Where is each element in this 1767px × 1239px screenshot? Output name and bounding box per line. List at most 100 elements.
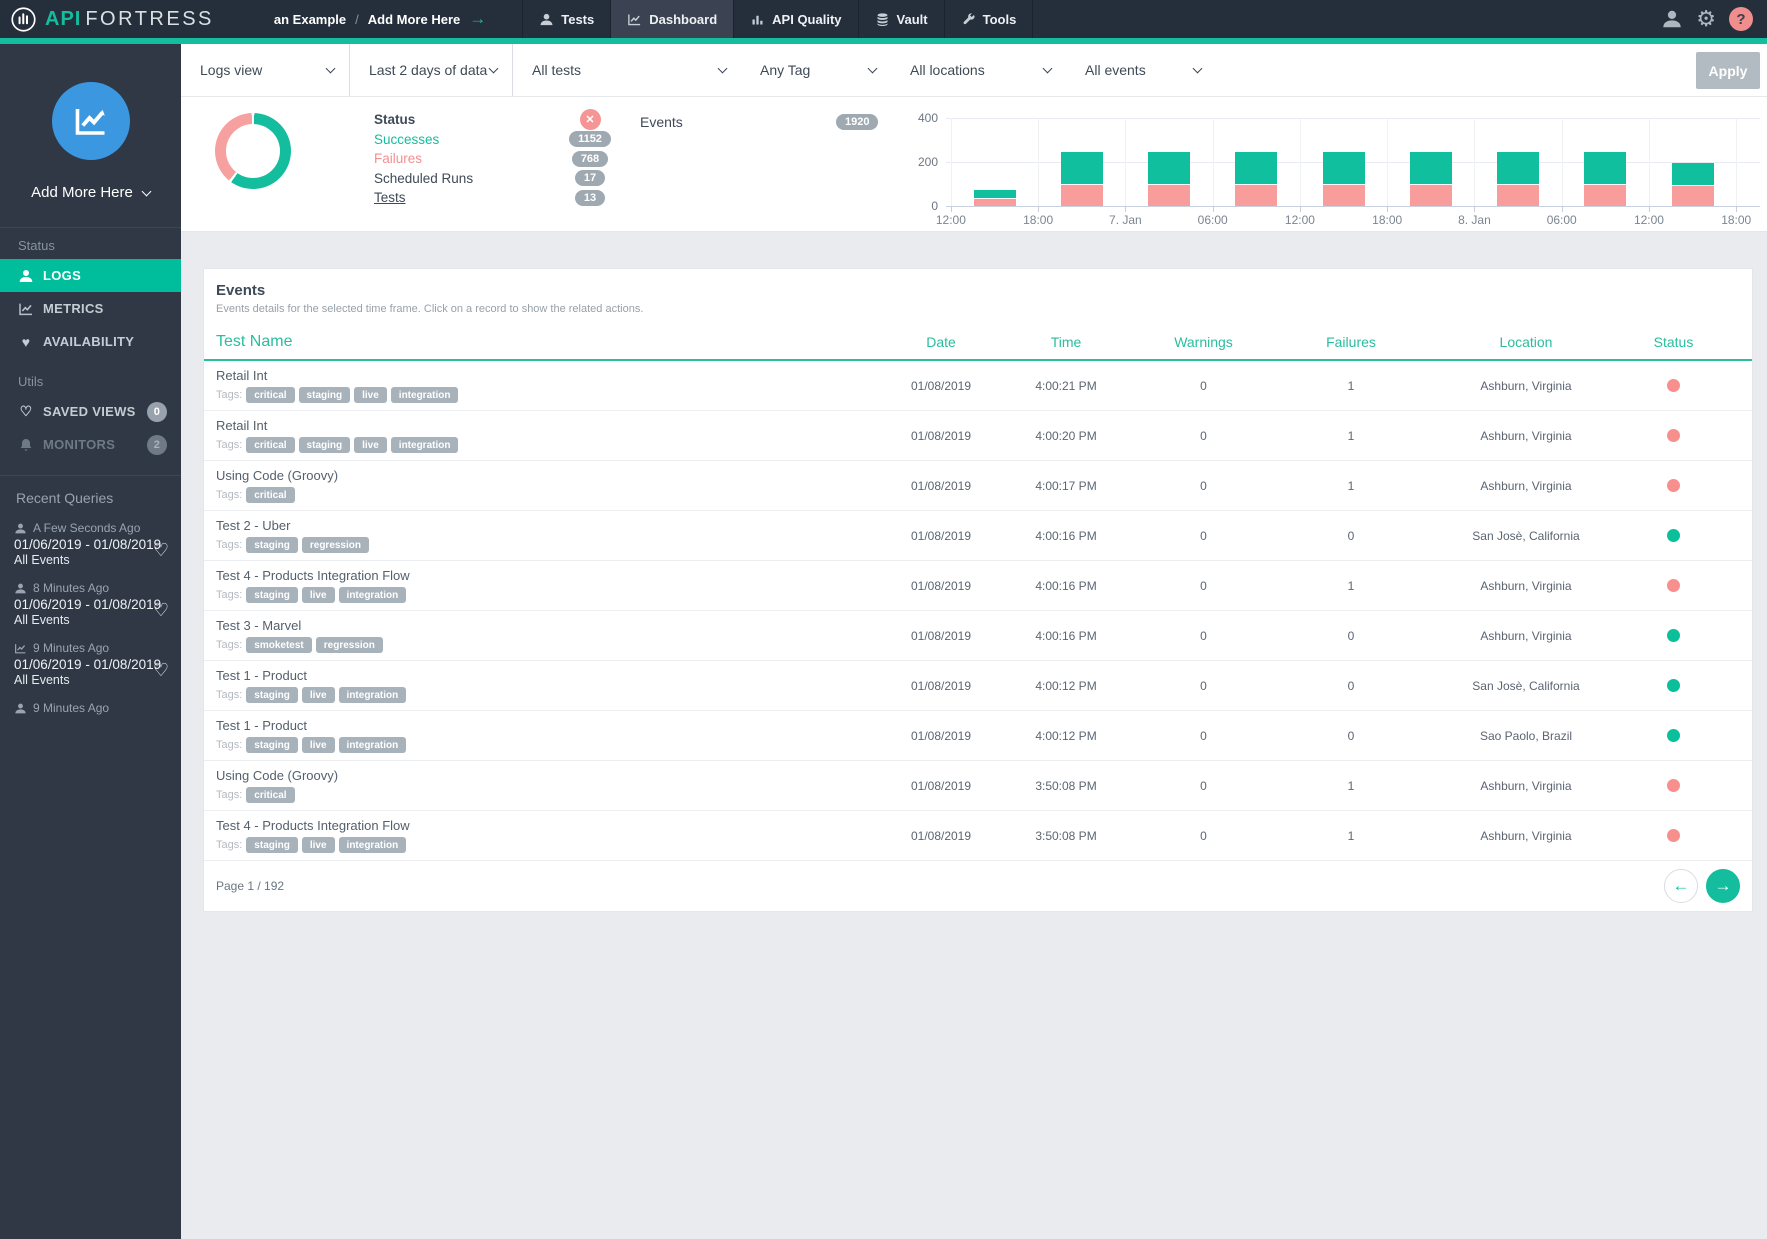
- recent-query-item[interactable]: 8 Minutes Ago 01/06/2019 - 01/08/2019 Al…: [0, 574, 181, 634]
- logo-text-fortress: FORTRESS: [85, 8, 214, 31]
- cell-time: 4:00:16 PM: [1001, 529, 1131, 543]
- sidebar-item-availability[interactable]: ♥ AVAILABILITY: [0, 325, 181, 358]
- cell-location: Ashburn, Virginia: [1426, 779, 1626, 793]
- recent-query-item[interactable]: 9 Minutes Ago 01/06/2019 - 01/08/2019 Al…: [0, 634, 181, 694]
- settings-gear-icon[interactable]: ⚙: [1696, 8, 1716, 30]
- table-row[interactable]: Test 2 - UberTags:stagingregression01/08…: [204, 511, 1752, 561]
- apply-button[interactable]: Apply: [1696, 52, 1760, 89]
- events-select[interactable]: All events: [1066, 44, 1216, 96]
- recent-query-scope: All Events: [14, 673, 167, 687]
- vertical-gridline: [1387, 118, 1388, 206]
- sidebar-item-label: METRICS: [43, 301, 104, 316]
- test-name: Using Code (Groovy): [216, 768, 881, 783]
- tag-pill: staging: [246, 737, 298, 753]
- cell-location: San Josè, California: [1426, 679, 1626, 693]
- breadcrumb-current[interactable]: Add More Here: [368, 12, 460, 27]
- column-header-location[interactable]: Location: [1426, 334, 1626, 350]
- favorite-heart-icon[interactable]: ♡: [153, 540, 169, 561]
- tags-line: Tags:critical: [216, 787, 881, 803]
- favorite-heart-icon[interactable]: ♡: [153, 600, 169, 621]
- tag-select[interactable]: Any Tag: [741, 44, 891, 96]
- clear-status-button[interactable]: ✕: [580, 109, 601, 130]
- breadcrumb-project[interactable]: an Example: [274, 12, 346, 27]
- table-row[interactable]: Using Code (Groovy)Tags:critical01/08/20…: [204, 761, 1752, 811]
- sidebar-item-logs[interactable]: LOGS: [0, 259, 181, 292]
- project-selector[interactable]: Add More Here: [0, 184, 181, 201]
- column-header-failures[interactable]: Failures: [1276, 334, 1426, 350]
- nav-tab-label: API Quality: [772, 12, 841, 27]
- breadcrumb-go-arrow-icon[interactable]: →: [469, 9, 486, 29]
- account-button[interactable]: [1661, 8, 1683, 30]
- status-pass-dot: [1667, 679, 1680, 692]
- user-icon: [14, 702, 27, 715]
- column-header-status[interactable]: Status: [1626, 334, 1721, 350]
- nav-tab-label: Tests: [561, 12, 594, 27]
- nav-tab-api-quality[interactable]: API Quality: [733, 0, 857, 38]
- tests-link[interactable]: Tests: [374, 190, 560, 205]
- tests-select[interactable]: All tests: [513, 44, 741, 96]
- next-page-button[interactable]: →: [1706, 869, 1740, 903]
- test-name-cell: Test 3 - MarvelTags:smoketestregression: [204, 618, 881, 653]
- column-header-date[interactable]: Date: [881, 334, 1001, 350]
- table-row[interactable]: Test 4 - Products Integration FlowTags:s…: [204, 811, 1752, 861]
- test-name: Retail Int: [216, 418, 881, 433]
- nav-tab-tools[interactable]: Tools: [944, 0, 1034, 38]
- success-segment: [1148, 152, 1190, 184]
- cell-failures: 1: [1276, 829, 1426, 843]
- view-select[interactable]: Logs view: [181, 44, 350, 96]
- tag-pill: critical: [246, 487, 294, 503]
- axis-tick: [1387, 206, 1388, 212]
- successes-row[interactable]: Successes 1152: [374, 130, 620, 150]
- app-logo[interactable]: APIFORTRESS: [0, 0, 228, 38]
- cell-location: Ashburn, Virginia: [1426, 429, 1626, 443]
- table-row[interactable]: Retail IntTags:criticalstagingliveintegr…: [204, 361, 1752, 411]
- main-content: Logs view Last 2 days of data All tests …: [181, 44, 1767, 1239]
- cell-date: 01/08/2019: [881, 829, 1001, 843]
- sidebar-item-saved-views[interactable]: ♡ SAVED VIEWS 0: [0, 395, 181, 428]
- recent-query-item[interactable]: 9 Minutes Ago: [0, 694, 181, 716]
- tags-label: Tags:: [216, 639, 242, 651]
- tag-pill: live: [354, 437, 387, 453]
- sidebar-item-monitors[interactable]: MONITORS 2: [0, 428, 181, 461]
- scheduled-runs-row[interactable]: Scheduled Runs 17: [374, 169, 620, 189]
- recent-query-when-label: 9 Minutes Ago: [33, 641, 109, 655]
- table-row[interactable]: Test 4 - Products Integration FlowTags:s…: [204, 561, 1752, 611]
- cell-status: [1626, 729, 1721, 742]
- tag-pill: critical: [246, 437, 294, 453]
- table-row[interactable]: Retail IntTags:criticalstagingliveintegr…: [204, 411, 1752, 461]
- project-avatar[interactable]: [52, 82, 130, 160]
- nav-tab-dashboard[interactable]: Dashboard: [610, 0, 733, 38]
- nav-tab-tests[interactable]: Tests: [522, 0, 610, 38]
- table-row[interactable]: Using Code (Groovy)Tags:critical01/08/20…: [204, 461, 1752, 511]
- apifortress-logo-icon: [10, 6, 37, 33]
- failures-row[interactable]: Failures 768: [374, 149, 620, 169]
- table-row[interactable]: Test 1 - ProductTags:stagingliveintegrat…: [204, 661, 1752, 711]
- table-row[interactable]: Test 3 - MarvelTags:smoketestregression0…: [204, 611, 1752, 661]
- tag-pill: live: [302, 837, 335, 853]
- cell-status: [1626, 579, 1721, 592]
- locations-select[interactable]: All locations: [891, 44, 1066, 96]
- favorite-heart-icon[interactable]: ♡: [153, 660, 169, 681]
- tags-line: Tags:stagingregression: [216, 537, 881, 553]
- project-selector-label: Add More Here: [31, 184, 133, 201]
- column-header-test-name[interactable]: Test Name: [204, 333, 881, 351]
- vertical-gridline: [1736, 118, 1737, 206]
- column-header-warnings[interactable]: Warnings: [1131, 334, 1276, 350]
- date-range-select[interactable]: Last 2 days of data: [350, 44, 513, 96]
- help-button[interactable]: ?: [1729, 7, 1753, 31]
- cell-failures: 1: [1276, 479, 1426, 493]
- cell-date: 01/08/2019: [881, 729, 1001, 743]
- sidebar-item-label: SAVED VIEWS: [43, 404, 136, 419]
- prev-page-button[interactable]: ←: [1664, 869, 1698, 903]
- tags-line: Tags:stagingliveintegration: [216, 737, 881, 753]
- test-name-cell: Test 1 - ProductTags:stagingliveintegrat…: [204, 668, 881, 703]
- tag-pill: staging: [246, 837, 298, 853]
- tests-row[interactable]: Tests 13: [374, 188, 620, 208]
- stacked-bar: [1497, 152, 1539, 206]
- recent-query-item[interactable]: A Few Seconds Ago 01/06/2019 - 01/08/201…: [0, 514, 181, 574]
- table-row[interactable]: Test 1 - ProductTags:stagingliveintegrat…: [204, 711, 1752, 761]
- column-header-time[interactable]: Time: [1001, 334, 1131, 350]
- breadcrumb: an Example / Add More Here →: [228, 0, 500, 38]
- nav-tab-vault[interactable]: Vault: [858, 0, 944, 38]
- sidebar-item-metrics[interactable]: METRICS: [0, 292, 181, 325]
